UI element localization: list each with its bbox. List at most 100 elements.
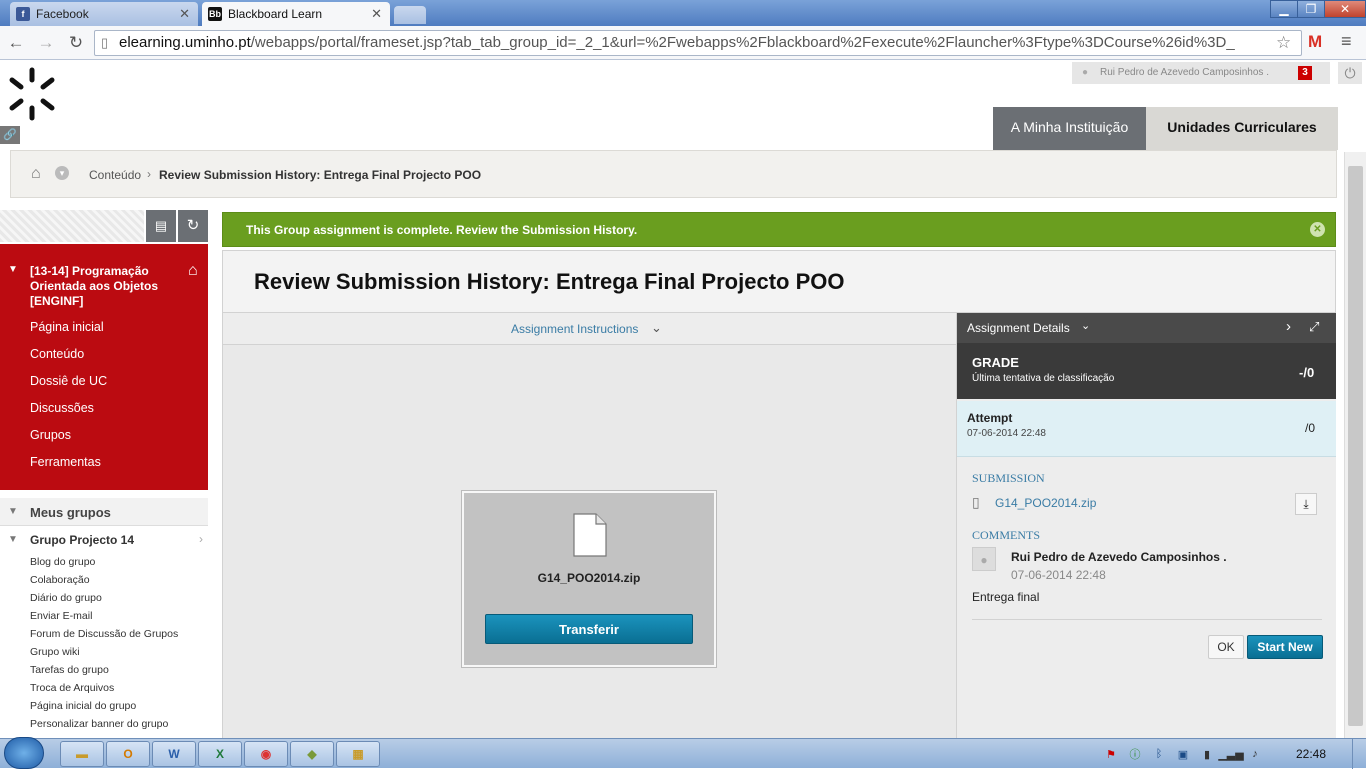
menu-item-ferramentas[interactable]: Ferramentas <box>30 455 101 469</box>
menu-item-conteudo[interactable]: Conteúdo <box>30 347 84 361</box>
outlook-icon[interactable]: O <box>106 741 150 767</box>
breadcrumb-item[interactable]: Conteúdo <box>89 168 141 182</box>
download-button[interactable]: Transferir <box>485 614 693 644</box>
menu-item-grupos[interactable]: Grupos <box>30 428 71 442</box>
group-link[interactable]: Enviar E-mail <box>30 610 92 622</box>
chevron-down-icon[interactable]: ▾ <box>55 166 69 180</box>
gmail-icon[interactable]: M <box>1308 32 1322 52</box>
close-window-icon[interactable]: ✕ <box>1324 0 1366 18</box>
dismiss-icon[interactable]: ✕ <box>1310 222 1325 237</box>
link-icon[interactable]: 🔗 <box>0 126 20 144</box>
group-link[interactable]: Diário do grupo <box>30 592 102 604</box>
home-icon[interactable]: ⌂ <box>188 262 198 280</box>
chevron-down-icon[interactable]: ⌄ <box>1081 319 1090 332</box>
excel-icon[interactable]: X <box>198 741 242 767</box>
submission-label: SUBMISSION <box>972 471 1045 485</box>
close-tab-icon[interactable]: ✕ <box>371 6 382 22</box>
signal-icon[interactable]: ▁▃▅ <box>1218 747 1243 761</box>
windows-taskbar: ▬ O W X ◉ ◆ ▦ ⚑ ⓘ ᛒ ▣ ▮ ▁▃▅ ♪ 22:48 <box>0 737 1366 769</box>
minimize-icon[interactable]: ▁ <box>1270 0 1298 18</box>
app-icon[interactable]: ◆ <box>290 741 334 767</box>
group-link[interactable]: Página inicial do grupo <box>30 700 136 712</box>
new-tab-button[interactable] <box>394 6 426 24</box>
network-icon[interactable]: ▣ <box>1176 747 1190 761</box>
details-header[interactable]: Assignment Details ⌄ › ⤢ <box>957 313 1336 343</box>
course-navigation: ▤ ↻ ▼ [13-14] Programação Orientada aos … <box>0 210 208 738</box>
submission-file-link[interactable]: G14_POO2014.zip <box>995 496 1096 510</box>
close-tab-icon[interactable]: ✕ <box>179 6 190 22</box>
group-link[interactable]: Troca de Arquivos <box>30 682 114 694</box>
group-link[interactable]: Grupo wiki <box>30 646 80 658</box>
tab-label: A Minha Instituição <box>1010 119 1129 135</box>
tab-facebook[interactable]: f Facebook ✕ <box>10 2 198 26</box>
page-scrollbar[interactable] <box>1344 152 1366 738</box>
show-desktop-button[interactable] <box>1352 739 1366 769</box>
refresh-icon[interactable]: ↻ <box>178 210 208 242</box>
uminho-logo <box>9 67 55 121</box>
menu-icon[interactable]: ≡ <box>1341 31 1352 52</box>
start-button[interactable] <box>4 737 44 769</box>
chevron-down-icon[interactable]: ⌄ <box>651 320 662 336</box>
reload-icon[interactable]: ↻ <box>66 33 86 53</box>
word-icon[interactable]: W <box>152 741 196 767</box>
folder-view-icon[interactable]: ▤ <box>146 210 176 242</box>
volume-icon[interactable]: ♪ <box>1248 747 1262 761</box>
course-menu: ▼ [13-14] Programação Orientada aos Obje… <box>0 244 208 490</box>
group-link[interactable]: Forum de Discussão de Grupos <box>30 628 178 640</box>
group-link[interactable]: Blog do grupo <box>30 556 95 568</box>
group-link[interactable]: Personalizar banner do grupo <box>30 718 168 730</box>
scrollbar-thumb[interactable] <box>1348 166 1363 726</box>
instructions-label[interactable]: Assignment Instructions <box>511 322 638 336</box>
restore-icon[interactable]: ❐ <box>1297 0 1325 18</box>
chevron-right-icon: › <box>199 532 203 546</box>
assignment-details-pane: Assignment Details ⌄ › ⤢ GRADE Última te… <box>956 313 1336 741</box>
explorer-icon[interactable]: ▬ <box>60 741 104 767</box>
page-title-bar: Review Submission History: Entrega Final… <box>223 251 1335 313</box>
chrome-icon[interactable]: ◉ <box>244 741 288 767</box>
chevron-right-icon[interactable]: › <box>1286 318 1291 335</box>
menu-item-dossie[interactable]: Dossiê de UC <box>30 374 107 388</box>
bluetooth-icon[interactable]: ᛒ <box>1152 747 1166 761</box>
course-title[interactable]: [13-14] Programação Orientada aos Objeto… <box>30 264 170 309</box>
menu-item-pagina-inicial[interactable]: Página inicial <box>30 320 104 334</box>
attempt-row[interactable]: Attempt 07-06-2014 22:48 /0 <box>957 401 1336 457</box>
my-groups-header[interactable]: ▼ Meus grupos <box>0 498 208 526</box>
details-header-label: Assignment Details <box>967 321 1070 335</box>
start-new-button[interactable]: Start New <box>1247 635 1323 659</box>
home-icon[interactable]: ⌂ <box>31 165 41 183</box>
user-menu[interactable]: ● Rui Pedro de Azevedo Camposinhos . 3 <box>1072 62 1330 84</box>
clock[interactable]: 22:48 <box>1296 747 1326 761</box>
action-center-icon[interactable]: ⚑ <box>1104 747 1118 761</box>
page-title: Review Submission History: Entrega Final… <box>254 269 845 294</box>
ok-button[interactable]: OK <box>1208 635 1244 659</box>
network-app-icon[interactable]: ▦ <box>336 741 380 767</box>
instructions-bar[interactable]: Assignment Instructions ⌄ <box>223 313 956 345</box>
notification-badge[interactable]: 3 <box>1298 66 1312 80</box>
tab-unidades-curriculares[interactable]: Unidades Curriculares <box>1146 107 1338 150</box>
expand-icon[interactable]: ⤢ <box>1309 319 1319 335</box>
divider <box>972 619 1322 620</box>
download-icon[interactable]: ⤓ <box>1295 493 1317 515</box>
attempt-date: 07-06-2014 22:48 <box>967 428 1046 439</box>
tab-minha-instituicao[interactable]: A Minha Instituição <box>993 107 1146 150</box>
bookmark-star-icon[interactable]: ☆ <box>1276 33 1291 53</box>
group-header[interactable]: ▼ Grupo Projecto 14 › <box>0 528 208 550</box>
logout-icon[interactable]: ⏻ <box>1338 62 1362 84</box>
file-preview-card: G14_POO2014.zip Transferir <box>462 491 716 667</box>
forward-icon[interactable]: → <box>36 33 56 53</box>
back-icon[interactable]: ← <box>6 33 26 53</box>
battery-icon[interactable]: ▮ <box>1200 747 1214 761</box>
comment-date: 07-06-2014 22:48 <box>1011 568 1106 582</box>
collapse-icon[interactable]: ▼ <box>8 264 18 275</box>
group-link[interactable]: Tarefas do grupo <box>30 664 109 676</box>
menu-item-discussoes[interactable]: Discussões <box>30 401 94 415</box>
address-bar[interactable]: ▯ elearning.uminho.pt/webapps/portal/fra… <box>94 30 1302 56</box>
success-alert: This Group assignment is complete. Revie… <box>222 212 1336 247</box>
tab-blackboard[interactable]: Bb Blackboard Learn ✕ <box>202 2 390 26</box>
breadcrumb-current: Review Submission History: Entrega Final… <box>159 168 482 182</box>
breadcrumb-separator: › <box>147 167 151 181</box>
info-icon[interactable]: ⓘ <box>1128 747 1142 761</box>
group-link[interactable]: Colaboração <box>30 574 90 586</box>
file-name: G14_POO2014.zip <box>537 571 641 585</box>
collapse-icon: ▼ <box>8 534 18 545</box>
